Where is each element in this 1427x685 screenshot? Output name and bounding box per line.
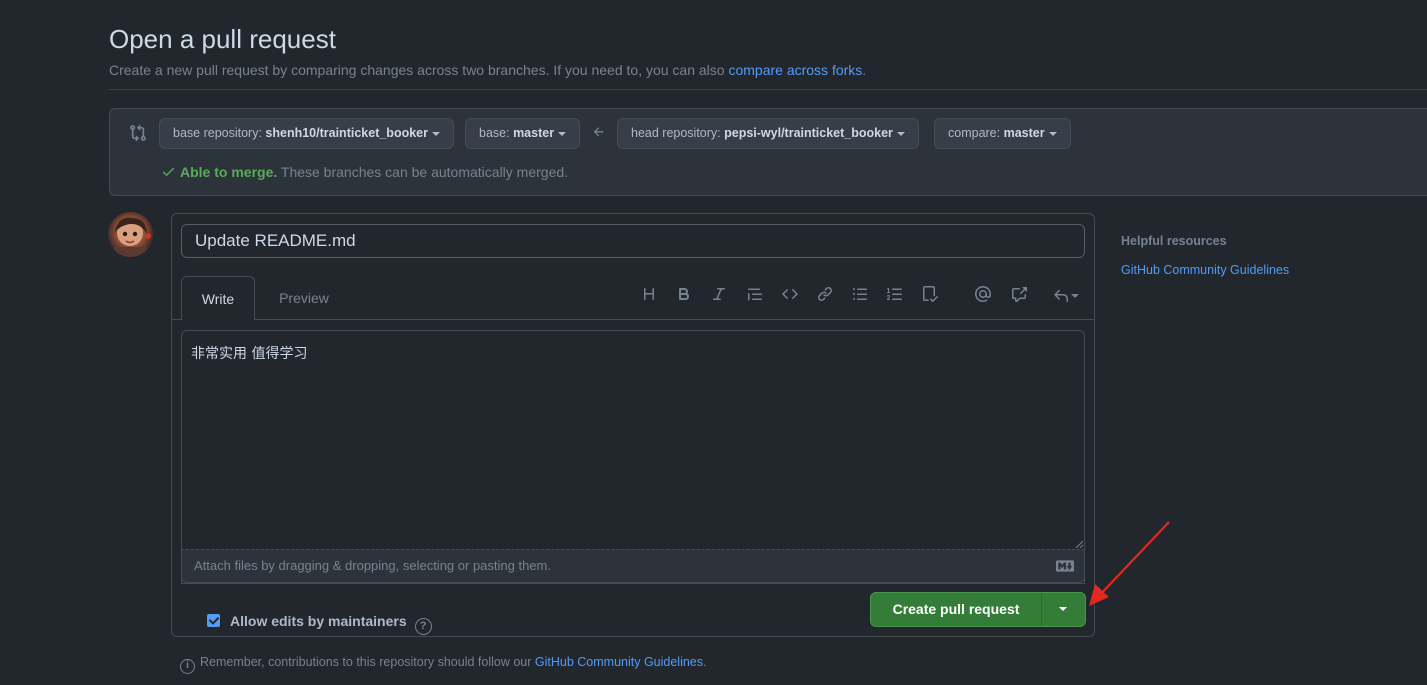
allow-edits-label: Allow edits by maintainers [230, 613, 407, 629]
sidebar-community-guidelines-link[interactable]: GitHub Community Guidelines [1121, 263, 1289, 277]
check-icon [162, 167, 175, 176]
attach-files-text: Attach files by dragging & dropping, sel… [194, 558, 551, 573]
arrow-left-icon [593, 127, 604, 137]
base-repo-label: base repository: [173, 126, 266, 140]
tab-write[interactable]: Write [181, 276, 255, 321]
helpful-resources-heading: Helpful resources [1121, 234, 1227, 248]
create-options-dropdown-button[interactable] [1041, 593, 1085, 626]
resize-handle-icon[interactable] [1075, 540, 1083, 548]
caret-down-icon [1071, 293, 1079, 298]
caret-down-icon [896, 131, 905, 136]
pr-title-input[interactable] [181, 224, 1085, 258]
subtitle-text: Create a new pull request by comparing c… [109, 62, 729, 78]
editor-tabs: Write Preview [172, 276, 1094, 321]
italic-icon[interactable] [709, 286, 729, 306]
unordered-list-icon[interactable] [850, 286, 870, 306]
info-icon: i [180, 659, 195, 674]
create-pull-request-button[interactable]: Create pull request [871, 593, 1041, 626]
base-branch-select[interactable]: base: master [465, 118, 581, 149]
annotation-arrow-icon [1089, 521, 1170, 606]
head-repo-label: head repository: [631, 126, 725, 140]
community-guidelines-link[interactable]: GitHub Community Guidelines [535, 655, 703, 669]
compare-branch-select[interactable]: compare: master [934, 118, 1071, 149]
pull-request-page: Open a pull request Create a new pull re… [0, 0, 1427, 685]
link-icon[interactable] [815, 286, 835, 306]
base-branch-value: master [513, 126, 555, 140]
subtitle-end: . [862, 62, 867, 78]
base-branch-label: base: [479, 126, 514, 140]
attach-files-bar[interactable]: Attach files by dragging & dropping, sel… [181, 549, 1085, 583]
quote-icon[interactable] [745, 286, 765, 306]
compare-branch-value: master [1003, 126, 1045, 140]
tab-preview[interactable]: Preview [262, 276, 346, 320]
merge-status: Able to merge. These branches can be aut… [161, 164, 568, 180]
bold-icon[interactable] [674, 286, 694, 306]
contribution-guidelines-note: i Remember, contributions to this reposit… [180, 655, 707, 674]
question-icon[interactable]: ? [414, 618, 432, 635]
ordered-list-icon[interactable] [885, 286, 905, 306]
task-list-icon[interactable] [920, 286, 940, 306]
allow-edits-checkbox[interactable] [207, 614, 220, 627]
reply-icon[interactable] [1049, 286, 1083, 306]
create-pull-request-button-group: Create pull request [870, 592, 1086, 627]
page-subtitle: Create a new pull request by comparing c… [109, 62, 866, 78]
mention-icon[interactable] [973, 285, 993, 306]
divider [109, 89, 1427, 90]
remember-end: . [703, 655, 707, 669]
code-icon[interactable] [780, 286, 800, 306]
head-repository-select[interactable]: head repository: pepsi-wyl/trainticket_b… [617, 118, 919, 149]
pr-body-textarea[interactable]: 非常实用 值得学习 [181, 330, 1085, 584]
allow-edits-option[interactable]: Allow edits by maintainers? [207, 613, 432, 635]
avatar[interactable] [108, 212, 153, 257]
caret-down-icon [558, 131, 567, 136]
head-repo-value: pepsi-wyl/trainticket_booker [724, 126, 893, 140]
compare-across-forks-link[interactable]: compare across forks [728, 62, 862, 78]
compare-branch-label: compare: [948, 126, 1004, 140]
caret-down-icon [1048, 131, 1057, 136]
cross-reference-icon[interactable] [1009, 286, 1029, 306]
caret-down-icon [431, 131, 440, 136]
base-repository-select[interactable]: base repository: shenh10/trainticket_boo… [159, 118, 454, 149]
caret-down-icon [1059, 607, 1067, 611]
markdown-icon [1056, 560, 1074, 572]
avatar-image [114, 217, 151, 257]
git-compare-icon [130, 124, 146, 142]
page-title: Open a pull request [109, 24, 336, 54]
heading-icon[interactable] [639, 286, 659, 306]
pull-request-editor: Write Preview 非常实用 值得学习 Attach files by … [171, 213, 1095, 637]
merge-status-text: These branches can be automatically merg… [277, 164, 569, 180]
merge-ok-label: Able to merge. [180, 164, 278, 180]
compare-range-box: base repository: shenh10/trainticket_boo… [109, 108, 1427, 196]
base-repo-value: shenh10/trainticket_booker [265, 126, 428, 140]
remember-text: Remember, contributions to this reposito… [200, 655, 535, 669]
